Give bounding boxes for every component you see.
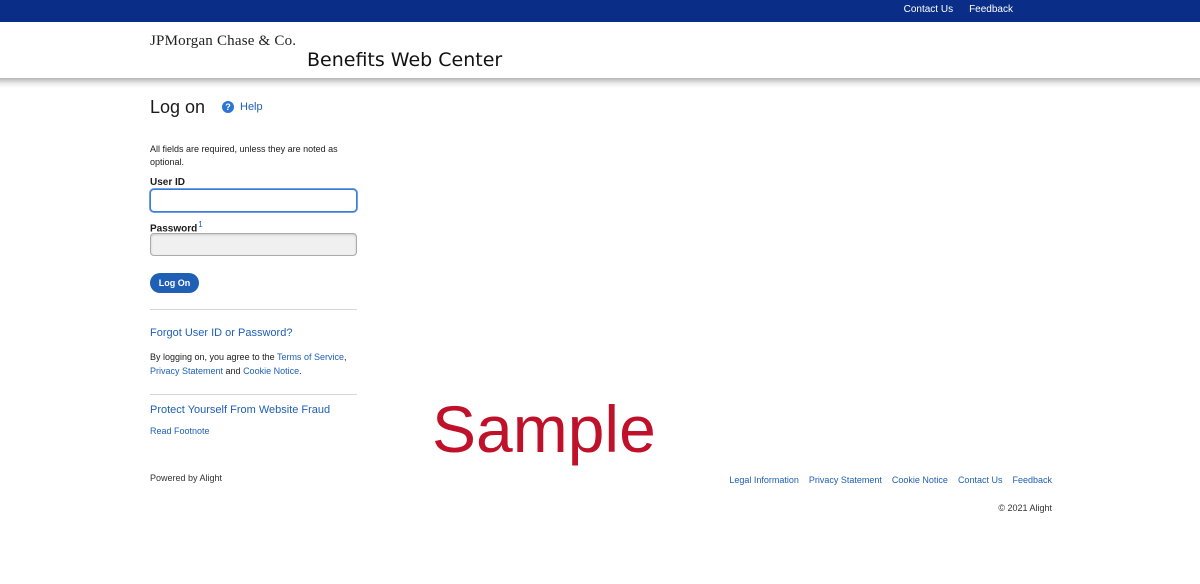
terms-of-service-link[interactable]: Terms of Service bbox=[277, 352, 344, 362]
footer-legal-information-link[interactable]: Legal Information bbox=[729, 475, 799, 485]
log-on-button[interactable]: Log On bbox=[150, 273, 199, 293]
password-footnote-marker[interactable]: 1 bbox=[198, 220, 202, 229]
divider bbox=[150, 309, 357, 310]
forgot-credentials-link[interactable]: Forgot User ID or Password? bbox=[150, 327, 292, 339]
user-id-label: User ID bbox=[150, 177, 186, 188]
top-links: Contact Us Feedback bbox=[904, 4, 1013, 15]
required-fields-note: All fields are required, unless they are… bbox=[150, 144, 338, 167]
top-contact-us-link[interactable]: Contact Us bbox=[904, 4, 953, 15]
protect-from-fraud-link[interactable]: Protect Yourself From Website Fraud bbox=[150, 404, 330, 416]
footer-cookie-notice-link[interactable]: Cookie Notice bbox=[892, 475, 948, 485]
agree-prefix: By logging on, you agree to the bbox=[150, 352, 277, 362]
help-link[interactable]: ? Help bbox=[222, 101, 263, 113]
powered-by-text: Powered by Alight bbox=[150, 473, 223, 483]
app-title: Benefits Web Center bbox=[307, 49, 503, 71]
sample-watermark: Sample bbox=[432, 392, 656, 466]
footer-links: Legal Information Privacy Statement Cook… bbox=[729, 475, 1052, 485]
read-footnote-link[interactable]: Read Footnote bbox=[150, 426, 210, 436]
agree-comma: , bbox=[343, 352, 347, 362]
top-feedback-link[interactable]: Feedback bbox=[969, 4, 1013, 15]
agree-end: . bbox=[299, 366, 302, 376]
privacy-statement-link[interactable]: Privacy Statement bbox=[150, 366, 223, 376]
divider bbox=[150, 394, 357, 395]
help-label: Help bbox=[240, 101, 263, 113]
help-icon: ? bbox=[222, 101, 234, 113]
site-header bbox=[0, 22, 1200, 78]
user-id-input[interactable] bbox=[150, 189, 357, 212]
copyright: © 2021 Alight bbox=[998, 503, 1052, 513]
header-shadow bbox=[0, 78, 1200, 88]
footer-feedback-link[interactable]: Feedback bbox=[1012, 475, 1052, 485]
top-utility-bar: Contact Us Feedback bbox=[0, 0, 1200, 22]
footer-contact-us-link[interactable]: Contact Us bbox=[958, 475, 1003, 485]
footer-privacy-statement-link[interactable]: Privacy Statement bbox=[809, 475, 882, 485]
password-input[interactable] bbox=[150, 233, 357, 256]
page-title: Log on bbox=[150, 97, 206, 117]
terms-agreement: By logging on, you agree to the Terms of… bbox=[150, 350, 365, 378]
agree-and: and bbox=[223, 366, 244, 376]
cookie-notice-link[interactable]: Cookie Notice bbox=[243, 366, 299, 376]
jpmorgan-logo: JPMorgan Chase & Co. bbox=[150, 33, 297, 49]
